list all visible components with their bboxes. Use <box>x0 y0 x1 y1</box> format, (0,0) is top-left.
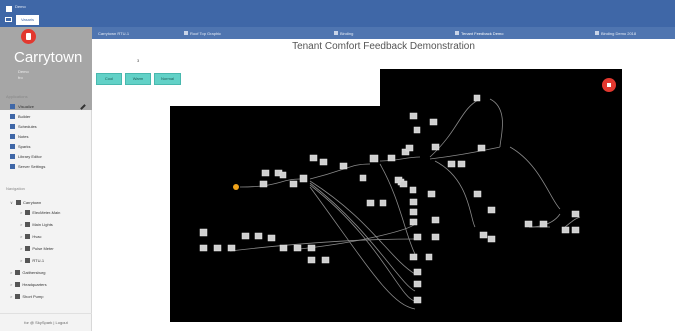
nav-label: Headquarters <box>22 282 47 287</box>
nav-label: Carrytown <box>22 200 42 205</box>
site-title: Carrytown <box>14 49 83 66</box>
chevron-right-icon[interactable]: > <box>10 282 12 287</box>
chevron-right-icon[interactable]: > <box>20 222 22 227</box>
app-label: Server Settings <box>18 164 46 169</box>
nav-label: RTU-1 <box>32 258 45 263</box>
app-visualize[interactable]: Visualize <box>10 102 34 111</box>
tab-carrytown-rtu-1[interactable]: Carrytown RTU-1 <box>98 29 129 37</box>
equip-icon <box>25 258 31 263</box>
canvas-background <box>170 69 622 322</box>
site-icon <box>15 282 21 287</box>
tab-tenant-feedback-demo[interactable]: Tenant Feedback Demo <box>455 29 503 37</box>
app-schedules[interactable]: Schedules <box>10 122 37 131</box>
warm-button[interactable]: Warm <box>125 73 151 85</box>
graphic-icon <box>334 31 338 35</box>
site-icon <box>15 270 21 275</box>
app-name: Demo <box>15 4 26 9</box>
tab-label: Roof Top Graphic <box>190 30 222 36</box>
light-icon <box>25 222 31 227</box>
chevron-right-icon[interactable]: > <box>20 258 22 263</box>
page-title: Tenant Comfort Feedback Demonstration <box>292 41 475 52</box>
nav-rtu-1[interactable]: > RTU-1 <box>20 256 44 265</box>
chevron-right-icon[interactable]: > <box>20 246 22 251</box>
nav-label: ElecMeter-Main <box>32 210 61 215</box>
nav-headquarters[interactable]: > Headquarters <box>10 280 47 289</box>
app-label: Notes <box>18 134 29 139</box>
sparks-icon <box>10 144 15 149</box>
user-line-secondary: fro <box>18 75 23 80</box>
nav-label: Gaithersburg <box>22 270 46 275</box>
tab-label: Binding <box>340 30 354 36</box>
logic-canvas[interactable] <box>170 69 622 322</box>
nav-gaithersburg[interactable]: > Gaithersburg <box>10 268 45 277</box>
tab-bar: Carrytown RTU-1 Roof Top Graphic Binding… <box>92 27 675 39</box>
tab-label: Tenant Feedback Demo <box>461 30 504 36</box>
app-builder[interactable]: Builder <box>10 112 30 121</box>
site-icon <box>15 200 21 205</box>
app-sparks[interactable]: Sparks <box>10 142 30 151</box>
app-label: Schedules <box>18 124 37 129</box>
nav-hvac[interactable]: > Hvac <box>20 232 41 241</box>
nav-label: Hvac <box>32 234 42 239</box>
meter-icon <box>25 246 31 251</box>
app-label: Visualize <box>18 104 34 109</box>
library-icon <box>10 154 15 159</box>
nav-label: Main Lights <box>32 222 53 227</box>
tab-binding[interactable]: Binding <box>334 29 353 37</box>
graphic-icon <box>595 31 599 35</box>
fab-button[interactable] <box>602 78 616 92</box>
notes-icon <box>10 134 15 139</box>
tab-roof-top-graphic[interactable]: Roof Top Graphic <box>184 29 221 37</box>
graphic-icon <box>184 31 188 35</box>
nav-label: Short Pump <box>22 294 44 299</box>
app-library-editor[interactable]: Library Editor <box>10 152 42 161</box>
user-line: Demo <box>18 69 29 74</box>
app-notes[interactable]: Notes <box>10 132 28 141</box>
sidebar: Carrytown Demo fro Applications Visualiz… <box>0 27 92 331</box>
tab-label: Carrytown RTU-1 <box>98 30 130 36</box>
counter-value: 3 <box>137 58 140 63</box>
navigation-heading: Navigation <box>6 186 25 191</box>
logo-icon <box>21 29 36 44</box>
chevron-right-icon[interactable]: > <box>10 270 12 275</box>
chevron-right-icon[interactable]: > <box>10 294 12 299</box>
meter-icon <box>25 210 31 215</box>
nav-carrytown[interactable]: ∨ Carrytown <box>10 198 41 207</box>
nav-toggle-icon[interactable] <box>5 17 12 22</box>
schedules-icon <box>10 124 15 129</box>
nav-main-lights[interactable]: > Main Lights <box>20 220 53 229</box>
nav-short-pump[interactable]: > Short Pump <box>10 292 43 301</box>
graphic-icon <box>455 31 459 35</box>
app-label: Builder <box>18 114 31 119</box>
app-server-settings[interactable]: Server Settings <box>10 162 45 171</box>
hvac-icon <box>25 234 31 239</box>
tab-binding-demo-2018[interactable]: Binding Demo 2018 <box>595 29 636 37</box>
cool-button[interactable]: Cool <box>96 73 122 85</box>
nav-pulse-meter[interactable]: > Pulse Meter <box>20 244 54 253</box>
sensor-node-icon[interactable] <box>233 184 239 190</box>
settings-icon <box>10 164 15 169</box>
top-bar: Demo Vasaris <box>0 0 675 27</box>
app-label: Library Editor <box>18 154 42 159</box>
chevron-right-icon[interactable]: > <box>20 234 22 239</box>
sidebar-footer[interactable]: for @ SkySpark | Logout <box>0 313 92 331</box>
builder-icon <box>10 114 15 119</box>
applications-heading: Applications <box>6 94 28 99</box>
menu-icon[interactable] <box>6 6 12 12</box>
visualize-icon <box>10 104 15 109</box>
site-icon <box>15 294 21 299</box>
nav-elecmeter-main[interactable]: > ElecMeter-Main <box>20 208 60 217</box>
top-tab[interactable]: Vasaris <box>16 15 40 25</box>
nav-label: Pulse Meter <box>32 246 54 251</box>
tab-label: Binding Demo 2018 <box>601 30 637 36</box>
app-label: Sparks <box>18 144 31 149</box>
chevron-right-icon[interactable]: > <box>20 210 22 215</box>
chevron-down-icon[interactable]: ∨ <box>10 200 13 205</box>
